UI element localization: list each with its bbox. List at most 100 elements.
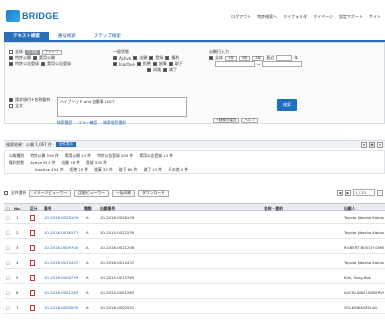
row-number[interactable]: 10-2016-0016177 [44, 230, 78, 235]
registered-checkbox[interactable] [149, 56, 154, 60]
tab-number-search[interactable]: 番号検索 [49, 32, 85, 40]
table-row[interactable]: □210-2016-0016177A10-2015-0022235ハイブリッド自… [4, 227, 385, 239]
summary-item[interactable]: 実用公開 13 件 [65, 153, 91, 159]
date-1y-button[interactable]: 1年 [225, 55, 237, 61]
query-textarea[interactable]: ハイブリッド and 自動車 LNCT [57, 97, 187, 117]
grid-view-icon[interactable]: ▦ [369, 142, 375, 148]
pdf-icon[interactable] [30, 290, 35, 296]
rejected-checkbox[interactable] [136, 62, 141, 66]
page-input[interactable]: 1 / 23 [353, 189, 375, 196]
summary-item[interactable]: 満了 13 件 [143, 167, 162, 173]
row-number[interactable]: 10-2016-0004779 [44, 275, 78, 280]
show-all-button[interactable]: 全件表示 [56, 142, 76, 147]
summary-item[interactable]: 特許公告登録 505 件 [97, 153, 133, 159]
image-viewer-button[interactable]: イメージビューワー [29, 189, 72, 197]
pdf-icon[interactable] [30, 275, 35, 281]
row-number[interactable]: 10-2016-0014437 [44, 260, 78, 265]
utility-reg-checkbox[interactable] [41, 62, 45, 66]
summary-item[interactable]: 取下 85 件 [119, 167, 138, 173]
row-number[interactable]: 10-2016-0028109 [44, 215, 78, 220]
save-query-button[interactable]: +検索式保存 [213, 118, 240, 123]
close-icon[interactable]: × [377, 142, 383, 148]
scope-fulltext-radio[interactable] [9, 104, 13, 108]
col-applicant[interactable]: 出願人 [344, 206, 355, 212]
active-checkbox[interactable] [113, 56, 117, 60]
japan-button[interactable]: 日本国 [25, 49, 40, 55]
col-kind[interactable]: 種類 [84, 206, 92, 212]
patent-pub-checkbox[interactable] [9, 56, 13, 60]
summary-item[interactable]: 登録 535 件 [86, 160, 107, 166]
table-row[interactable]: □610-2016-0001283A10-2015-0001283ハイブリッド自… [4, 287, 385, 299]
logo[interactable]: BRIDGE [6, 10, 59, 22]
pdf-icon[interactable] [30, 305, 35, 311]
date-all-radio[interactable] [209, 56, 213, 60]
row-number[interactable]: 10-2016-0001283 [44, 290, 78, 295]
list-view-icon[interactable]: ≡ [361, 142, 367, 148]
col-check[interactable]: □ [6, 206, 10, 211]
prev-page-icon[interactable]: ◀ [337, 189, 343, 196]
expired-checkbox[interactable] [163, 68, 167, 72]
tab-text-search[interactable]: テキスト検索 [4, 32, 49, 40]
tab-step-search[interactable]: ステップ検索 [85, 32, 130, 40]
site-link[interactable]: サイト [369, 14, 381, 20]
summary-item[interactable]: 実用公告登録 13 件 [139, 153, 173, 159]
field-select-link[interactable]: 検索項目選択 [103, 120, 126, 126]
summary-item[interactable]: Inactive 454 件 [35, 167, 64, 173]
row-checkbox[interactable]: □ [6, 260, 10, 265]
table-row[interactable]: □110-2016-0028109A10-2016-0028109ハイブリッド自… [4, 212, 385, 224]
history-link[interactable]: 検索履歴 [57, 120, 72, 126]
row-checkbox[interactable]: □ [6, 305, 10, 310]
row-number[interactable]: 10-2016-0000005 [44, 305, 78, 310]
table-row[interactable]: □310-2016-0009700A10-2016-0021208自動車の駆動制… [4, 242, 385, 254]
pdf-icon[interactable] [30, 230, 35, 236]
logout-link[interactable]: ログアウト [231, 14, 251, 20]
all-checkbox[interactable] [9, 50, 13, 54]
family-button[interactable]: ファミリ [41, 49, 62, 55]
date-from-input[interactable] [215, 61, 255, 67]
scope-claims-radio[interactable] [9, 98, 13, 102]
table-row[interactable]: □510-2016-0004779A10-2015-0013765ハイブリッド車… [4, 272, 385, 284]
row-checkbox[interactable]: □ [6, 275, 10, 280]
pdf-icon[interactable] [30, 245, 35, 251]
error-check-link[interactable]: エラー確認 [78, 120, 97, 126]
row-checkbox[interactable]: □ [6, 290, 10, 295]
col-number[interactable]: 番号 [44, 206, 52, 212]
right-checkbox[interactable] [165, 56, 170, 60]
summary-item[interactable]: 特許公開 536 件 [30, 153, 59, 159]
compare-viewer-button[interactable]: 比較ビューワー [74, 189, 109, 197]
summary-item[interactable]: 出願 78 件 [61, 160, 80, 166]
summary-item[interactable]: 放棄 33 件 [94, 167, 113, 173]
inactive-checkbox[interactable] [113, 62, 117, 66]
abandoned-checkbox[interactable] [152, 62, 157, 66]
row-checkbox[interactable]: □ [6, 215, 10, 220]
pdf-icon[interactable] [30, 260, 35, 266]
col-category[interactable]: 区分 [30, 206, 38, 212]
download-button[interactable]: ダウンロード [138, 189, 169, 197]
table-row[interactable]: □710-2016-0000005A10-2016-0000531ハイブリッド自… [4, 302, 385, 314]
help-button[interactable]: ヘルプ [241, 118, 258, 123]
my-folder-link[interactable]: マイフォルダ [283, 14, 307, 20]
row-checkbox[interactable]: □ [6, 230, 10, 235]
pdf-icon[interactable] [30, 215, 35, 221]
row-checkbox[interactable]: □ [6, 245, 10, 250]
select-all-checkbox[interactable] [4, 191, 8, 195]
lapsed-checkbox[interactable] [147, 68, 151, 72]
patent-search-link[interactable]: 特許検索へ [257, 14, 277, 20]
table-row[interactable]: □410-2016-0014437A10-2016-0014437ハイブリッド自… [4, 257, 385, 269]
summary-item[interactable]: Active 613 件 [30, 160, 55, 166]
next-page-icon[interactable]: ▶ [345, 189, 351, 196]
withdrawn-checkbox[interactable] [168, 62, 173, 66]
col-title[interactable]: 名称・要約 [264, 206, 283, 212]
date-to-input[interactable] [262, 61, 303, 67]
row-number[interactable]: 10-2016-0009700 [44, 245, 78, 250]
col-no[interactable]: No. [14, 206, 21, 211]
date-3y-button[interactable]: 3年 [238, 55, 251, 61]
search-button[interactable]: 検索 [277, 99, 297, 111]
filed-checkbox[interactable] [133, 56, 138, 60]
summary-item[interactable]: その他 0 件 [168, 167, 188, 173]
utility-pub-checkbox[interactable] [33, 56, 37, 60]
my-page-link[interactable]: マイページ [313, 14, 333, 20]
print-button[interactable]: 一括印刷 [111, 189, 136, 197]
col-appno[interactable]: 出願番号 [100, 206, 115, 212]
summary-item[interactable]: 拒絶 23 件 [70, 167, 89, 173]
